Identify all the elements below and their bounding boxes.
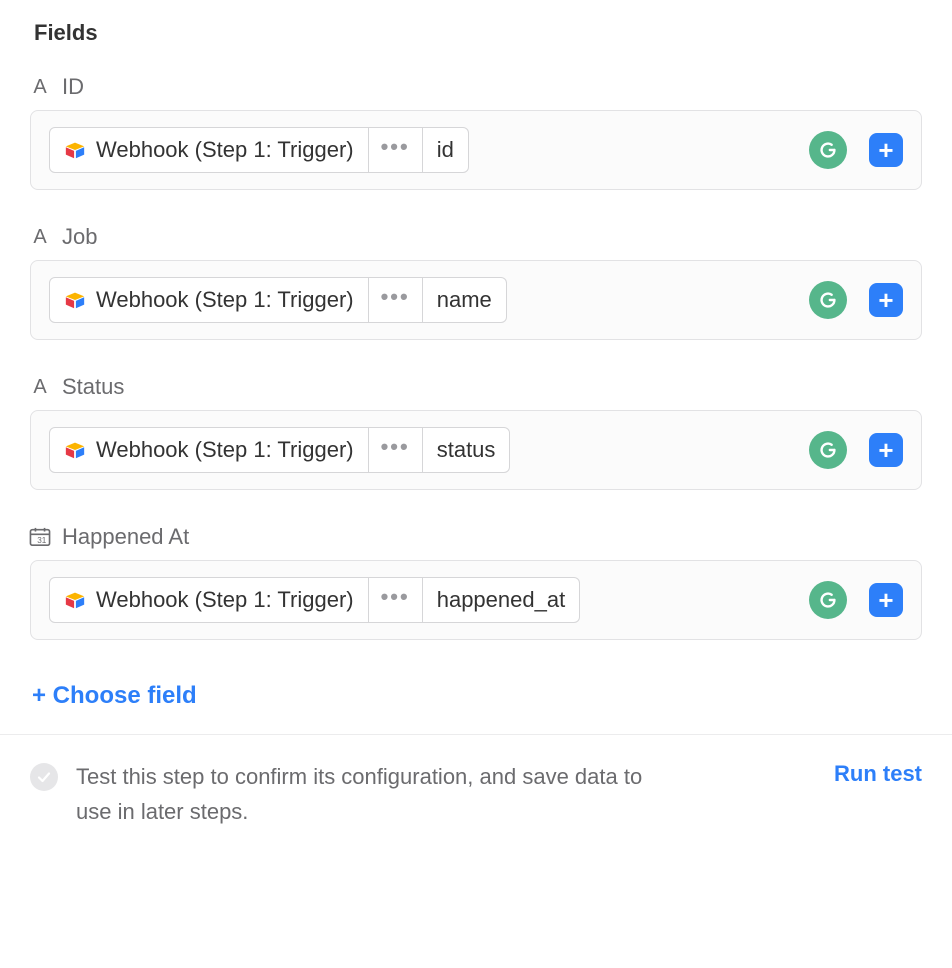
add-value-button[interactable]: + [869, 583, 903, 617]
svg-text:31: 31 [37, 536, 47, 545]
fields-panel: Fields A ID Webhook (Step 1: Trigger) ••… [0, 0, 952, 859]
field-label-row: A Status [30, 374, 922, 400]
grammarly-icon[interactable] [809, 281, 847, 319]
add-value-button[interactable]: + [869, 433, 903, 467]
token-group[interactable]: Webhook (Step 1: Trigger) ••• happened_a… [49, 577, 580, 623]
path-ellipsis[interactable]: ••• [369, 277, 423, 323]
add-value-button[interactable]: + [869, 133, 903, 167]
test-section: Test this step to confirm its configurat… [0, 734, 952, 859]
add-value-button[interactable]: + [869, 283, 903, 317]
calendar-type-icon: 31 [30, 527, 50, 547]
source-label: Webhook (Step 1: Trigger) [96, 437, 354, 463]
path-value[interactable]: status [423, 427, 511, 473]
airtable-icon [64, 439, 86, 461]
field-label-row: A ID [30, 74, 922, 100]
field-label: Job [62, 224, 97, 250]
airtable-icon [64, 589, 86, 611]
field-label: Status [62, 374, 124, 400]
airtable-icon [64, 139, 86, 161]
field-actions: + [809, 581, 903, 619]
text-type-icon: A [30, 376, 50, 399]
path-value[interactable]: happened_at [423, 577, 580, 623]
text-type-icon: A [30, 76, 50, 99]
test-description: Test this step to confirm its configurat… [76, 759, 670, 829]
test-info: Test this step to confirm its configurat… [30, 759, 670, 829]
section-title: Fields [34, 20, 922, 46]
source-token[interactable]: Webhook (Step 1: Trigger) [49, 127, 369, 173]
text-type-icon: A [30, 226, 50, 249]
run-test-button[interactable]: Run test [834, 761, 922, 787]
field-input-box[interactable]: Webhook (Step 1: Trigger) ••• name + [30, 260, 922, 340]
grammarly-icon[interactable] [809, 581, 847, 619]
token-group[interactable]: Webhook (Step 1: Trigger) ••• status [49, 427, 510, 473]
path-ellipsis[interactable]: ••• [369, 577, 423, 623]
token-group[interactable]: Webhook (Step 1: Trigger) ••• id [49, 127, 469, 173]
source-token[interactable]: Webhook (Step 1: Trigger) [49, 427, 369, 473]
grammarly-icon[interactable] [809, 131, 847, 169]
airtable-icon [64, 289, 86, 311]
path-value[interactable]: id [423, 127, 469, 173]
source-label: Webhook (Step 1: Trigger) [96, 287, 354, 313]
field-actions: + [809, 131, 903, 169]
field-actions: + [809, 431, 903, 469]
field-input-box[interactable]: Webhook (Step 1: Trigger) ••• id + [30, 110, 922, 190]
choose-field-button[interactable]: + Choose field [32, 682, 197, 710]
field-label-row: A Job [30, 224, 922, 250]
source-label: Webhook (Step 1: Trigger) [96, 587, 354, 613]
check-circle-icon [30, 763, 58, 791]
token-group[interactable]: Webhook (Step 1: Trigger) ••• name [49, 277, 507, 323]
field-actions: + [809, 281, 903, 319]
path-ellipsis[interactable]: ••• [369, 427, 423, 473]
path-ellipsis[interactable]: ••• [369, 127, 423, 173]
field-input-box[interactable]: Webhook (Step 1: Trigger) ••• happened_a… [30, 560, 922, 640]
field-label: ID [62, 74, 84, 100]
field-label: Happened At [62, 524, 189, 550]
source-token[interactable]: Webhook (Step 1: Trigger) [49, 577, 369, 623]
source-token[interactable]: Webhook (Step 1: Trigger) [49, 277, 369, 323]
grammarly-icon[interactable] [809, 431, 847, 469]
field-label-row: 31 Happened At [30, 524, 922, 550]
path-value[interactable]: name [423, 277, 507, 323]
source-label: Webhook (Step 1: Trigger) [96, 137, 354, 163]
field-input-box[interactable]: Webhook (Step 1: Trigger) ••• status + [30, 410, 922, 490]
